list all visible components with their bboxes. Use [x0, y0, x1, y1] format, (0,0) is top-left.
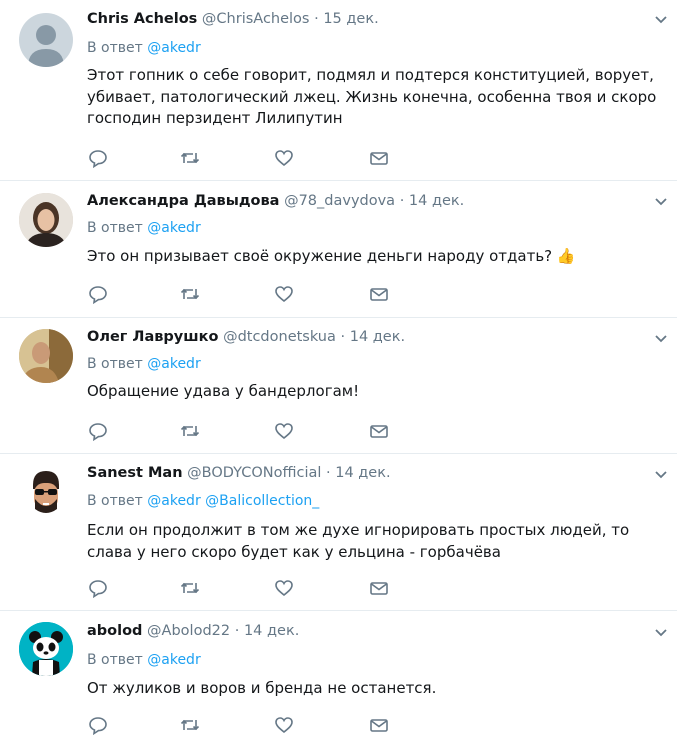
chevron-down-icon[interactable]	[654, 195, 668, 209]
user-handle[interactable]: @dtcdonetskua	[223, 329, 336, 345]
tweet-date[interactable]: 14 дек.	[335, 465, 390, 481]
avatar[interactable]	[19, 329, 73, 383]
default-avatar-icon	[28, 25, 64, 67]
user-handle[interactable]: @ChrisAchelos	[202, 11, 310, 27]
tweet-date[interactable]: 14 дек.	[244, 623, 299, 639]
display-name[interactable]: Sanest Man	[87, 465, 183, 481]
display-name[interactable]: Chris Achelos	[87, 11, 197, 27]
reply-prefix: В ответ	[87, 493, 143, 509]
tweet[interactable]: Chris Achelos @ChrisAchelos · 15 дек. В …	[0, 0, 677, 181]
user-handle[interactable]: @78_davydova	[284, 193, 395, 209]
tweet[interactable]: Олег Лаврушко @dtcdonetskua · 14 дек. В …	[0, 318, 677, 454]
tweet[interactable]: Александра Давыдова @78_davydova · 14 де…	[0, 181, 677, 318]
tweet[interactable]: abolod @Abolod22 · 14 дек. В ответ @aked…	[0, 611, 677, 741]
mention-link[interactable]: @akedr	[147, 652, 200, 668]
mention-link[interactable]: @Balicollection_	[205, 493, 319, 509]
separator-dot: ·	[234, 623, 240, 639]
tweet-text: Это он призывает своё окружение деньги н…	[87, 246, 662, 268]
reply-prefix: В ответ	[87, 652, 143, 668]
tweet-header: Chris Achelos @ChrisAchelos · 15 дек.	[87, 11, 379, 27]
reply-context: В ответ @akedr	[87, 652, 201, 668]
retweet-icon[interactable]	[180, 284, 200, 304]
tweet-date[interactable]: 14 дек.	[350, 329, 405, 345]
like-icon[interactable]	[274, 284, 294, 304]
display-name[interactable]: abolod	[87, 623, 142, 639]
reply-context: В ответ @akedr	[87, 220, 201, 236]
dm-icon[interactable]	[369, 715, 389, 735]
reply-icon[interactable]	[88, 578, 108, 598]
mention-link[interactable]: @akedr	[147, 40, 200, 56]
reply-icon[interactable]	[88, 148, 108, 168]
user-handle[interactable]: @Abolod22	[147, 623, 230, 639]
tweet-header: Александра Давыдова @78_davydova · 14 де…	[87, 193, 464, 209]
retweet-icon[interactable]	[180, 715, 200, 735]
chevron-down-icon[interactable]	[654, 13, 668, 27]
like-icon[interactable]	[274, 578, 294, 598]
thumbs-up-emoji: 👍	[556, 247, 576, 265]
tweet-date[interactable]: 14 дек.	[409, 193, 464, 209]
tweet-actions	[88, 578, 408, 598]
chevron-down-icon[interactable]	[654, 626, 668, 640]
avatar[interactable]	[19, 13, 73, 67]
reply-icon[interactable]	[88, 715, 108, 735]
tweet-actions	[88, 284, 408, 304]
tweet-actions	[88, 421, 408, 441]
reply-context: В ответ @akedr @Balicollection_	[87, 493, 319, 509]
mention-link[interactable]: @akedr	[147, 220, 200, 236]
reply-prefix: В ответ	[87, 220, 143, 236]
chevron-down-icon[interactable]	[654, 332, 668, 346]
separator-dot: ·	[314, 11, 319, 27]
user-handle[interactable]: @BODYCONofficial	[187, 465, 321, 481]
like-icon[interactable]	[274, 421, 294, 441]
dm-icon[interactable]	[369, 148, 389, 168]
tweet-header: abolod @Abolod22 · 14 дек.	[87, 623, 299, 639]
display-name[interactable]: Олег Лаврушко	[87, 329, 218, 345]
retweet-icon[interactable]	[180, 578, 200, 598]
photo-avatar-icon	[19, 193, 73, 247]
avatar[interactable]	[19, 193, 73, 247]
retweet-icon[interactable]	[180, 148, 200, 168]
tweet-text: Если он продолжит в том же духе игнориро…	[87, 521, 630, 561]
tweet-date[interactable]: 15 дек.	[323, 11, 378, 27]
separator-dot: ·	[399, 193, 405, 209]
reply-prefix: В ответ	[87, 356, 143, 372]
separator-dot: ·	[326, 465, 331, 481]
tweet-header: Олег Лаврушко @dtcdonetskua · 14 дек.	[87, 329, 405, 345]
tweet-actions	[88, 715, 408, 735]
reply-context: В ответ @akedr	[87, 40, 201, 56]
tweet-actions	[88, 148, 408, 168]
reply-context: В ответ @akedr	[87, 356, 201, 372]
like-icon[interactable]	[274, 715, 294, 735]
dm-icon[interactable]	[369, 284, 389, 304]
avatar[interactable]	[19, 622, 73, 676]
avatar[interactable]	[19, 465, 73, 519]
panda-avatar-icon	[19, 622, 73, 676]
tweet-text: От жуликов и воров и бренда не останется…	[87, 679, 437, 697]
reply-prefix: В ответ	[87, 40, 143, 56]
dm-icon[interactable]	[369, 421, 389, 441]
dm-icon[interactable]	[369, 578, 389, 598]
mention-link[interactable]: @akedr	[147, 493, 200, 509]
photo-avatar-icon	[19, 329, 73, 383]
tweet-text-content: Это он призывает своё окружение деньги н…	[87, 247, 553, 265]
tweet-text: Обращение удава у бандерлогам!	[87, 382, 360, 400]
mention-link[interactable]: @akedr	[147, 356, 200, 372]
separator-dot: ·	[340, 329, 346, 345]
display-name[interactable]: Александра Давыдова	[87, 193, 279, 209]
cartoon-avatar-icon	[19, 465, 73, 519]
retweet-icon[interactable]	[180, 421, 200, 441]
like-icon[interactable]	[274, 148, 294, 168]
tweet-header: Sanest Man @BODYCONofficial · 14 дек.	[87, 465, 391, 481]
chevron-down-icon[interactable]	[654, 468, 668, 482]
reply-icon[interactable]	[88, 421, 108, 441]
tweet-text: Этот гопник о себе говорит, подмял и под…	[87, 66, 657, 127]
reply-icon[interactable]	[88, 284, 108, 304]
tweet[interactable]: Sanest Man @BODYCONofficial · 14 дек. В …	[0, 454, 677, 611]
